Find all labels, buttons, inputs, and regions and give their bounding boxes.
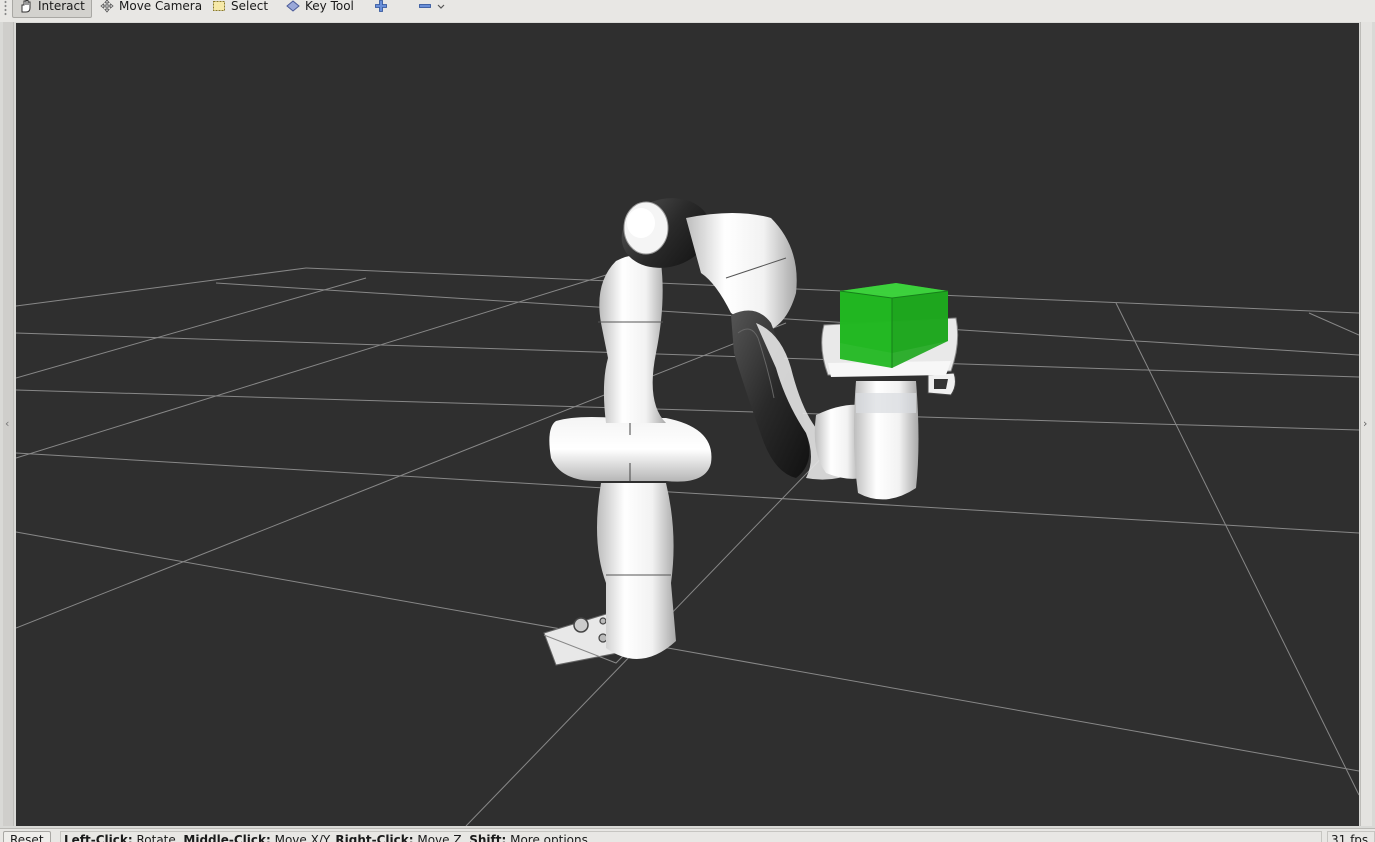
left-dock-collapse-handle[interactable]: ‹ [3, 22, 14, 826]
select-tool-button[interactable]: Select [206, 0, 274, 18]
key-tool-icon [286, 0, 300, 13]
add-tool-button[interactable] [368, 0, 394, 18]
move-camera-tool-label: Move Camera [119, 0, 203, 13]
toolbar-grip[interactable] [4, 0, 7, 16]
ground-grid [16, 267, 1359, 826]
right-dock-collapse-handle[interactable]: › [1360, 22, 1372, 826]
fps-counter: 31 fps [1327, 831, 1375, 842]
interact-tool-label: Interact [38, 0, 85, 13]
key-tool-label: Key Tool [305, 0, 354, 13]
move-camera-tool-button[interactable]: Move Camera [94, 0, 208, 18]
remove-tool-button[interactable] [412, 0, 451, 18]
select-icon [212, 0, 226, 13]
scene-svg [16, 198, 1359, 826]
robot-link-upper [599, 254, 666, 423]
tool-toolbar: Interact Move Camera Select Key Tool [0, 0, 1375, 23]
key-tool-button[interactable]: Key Tool [280, 0, 360, 18]
interact-tool-button[interactable]: Interact [12, 0, 92, 18]
3d-viewport[interactable] [16, 23, 1359, 826]
robot-link-lower [597, 483, 676, 659]
chevron-down-icon[interactable] [437, 0, 445, 13]
render-panel: ‹ › [0, 22, 1375, 828]
move-camera-icon [100, 0, 114, 13]
chevron-left-icon: ‹ [5, 417, 10, 430]
chevron-right-icon: › [1363, 417, 1368, 430]
minus-icon [418, 0, 432, 13]
reset-button[interactable]: Reset [3, 831, 51, 842]
plus-icon [374, 0, 388, 13]
select-tool-label: Select [231, 0, 269, 13]
status-hint: Left-Click: Rotate. Middle-Click: Move X… [60, 831, 1322, 842]
hand-icon [19, 0, 33, 13]
status-bar: Reset Left-Click: Rotate. Middle-Click: … [0, 828, 1375, 842]
